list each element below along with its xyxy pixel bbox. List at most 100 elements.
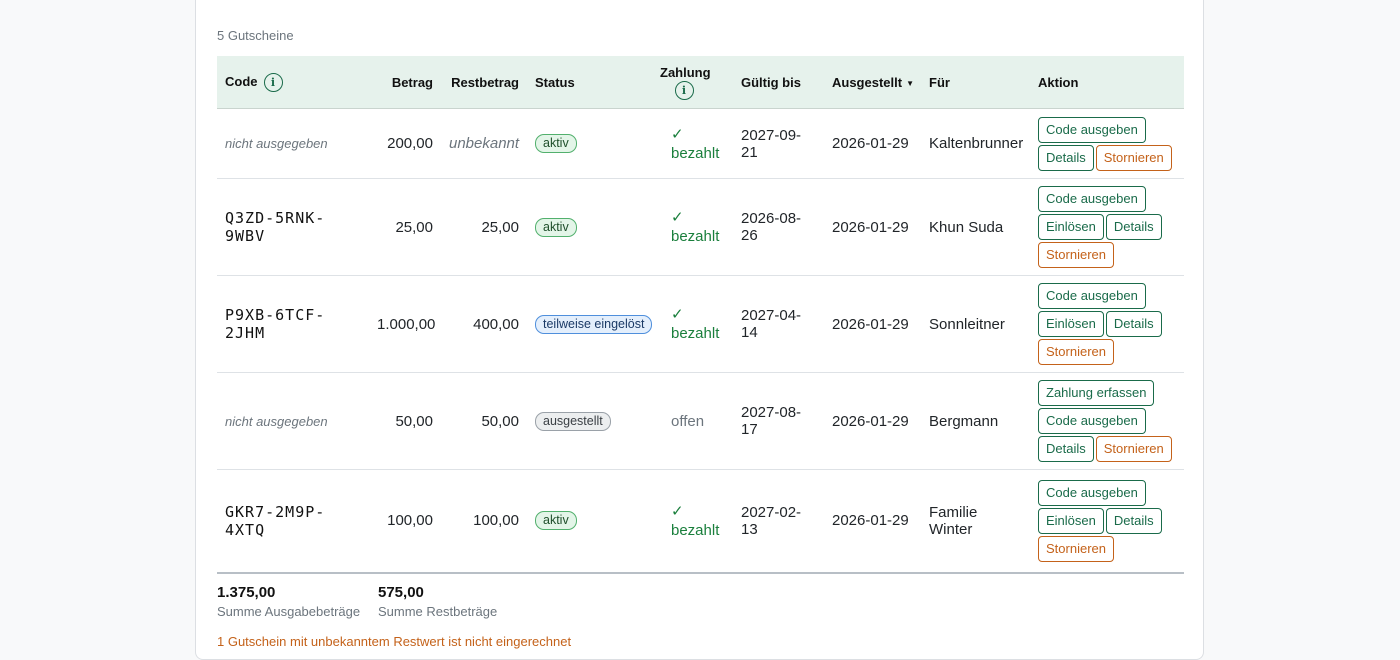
column-header-betrag[interactable]: Betrag xyxy=(369,56,441,109)
restbetrag-value: 25,00 xyxy=(481,218,519,236)
code-cell: nicht ausgegeben xyxy=(217,108,369,179)
status-badge: aktiv xyxy=(535,511,577,531)
recipient-cell: Sonnleitner xyxy=(921,275,1030,373)
details-button[interactable]: Details xyxy=(1105,311,1162,337)
zahlung-cell: ✓ bezahlt xyxy=(663,178,733,276)
table-row: GKR7-2M9P-4XTQ 100,00 100,00 aktiv ✓ bezahlt 2… xyxy=(217,469,1184,574)
voucher-count: 5 Gutscheine xyxy=(217,28,294,43)
actions-cell: Code ausgebenDetails Stornieren xyxy=(1030,108,1184,179)
check-icon: ✓ xyxy=(671,209,684,226)
total-rest-label: Summe Restbeträge xyxy=(378,604,498,619)
restbetrag-cell: 400,00 xyxy=(441,275,527,373)
voucher-code: GKR7-2M9P-4XTQ xyxy=(225,502,326,539)
recipient-cell: Kaltenbrunner xyxy=(921,108,1030,179)
actions-cell: Code ausgebenEinlösen DetailsStornieren xyxy=(1030,469,1184,574)
column-header-zahlung-label: Zahlung xyxy=(660,64,711,80)
table-row: P9XB-6TCF-2JHM 1.000,00 400,00 teilweise ei… xyxy=(217,275,1184,373)
code-cell: Q3ZD-5RNK-9WBV xyxy=(217,178,369,276)
details-button[interactable]: Details xyxy=(1105,507,1162,534)
info-icon[interactable]: i xyxy=(674,80,694,100)
stornieren-button[interactable]: Stornieren xyxy=(1095,436,1172,462)
column-header-ausgestellt[interactable]: Ausgestellt ▼ xyxy=(824,56,921,109)
actions-cell: Zahlung erfassenCode ausgebenDetails Stor… xyxy=(1030,372,1184,470)
check-icon: ✓ xyxy=(671,502,684,520)
code-ausgeben-button[interactable]: Code ausgeben xyxy=(1038,186,1146,212)
actions-cell: Code ausgebenEinlösen DetailsStornieren xyxy=(1030,178,1184,276)
table-row: nicht ausgegeben 50,00 50,00 ausgestellt off… xyxy=(217,372,1184,470)
payment-label: offen xyxy=(671,412,705,430)
betrag-cell: 200,00 xyxy=(369,108,441,179)
column-header-status[interactable]: Status xyxy=(527,56,663,109)
restbetrag-cell: 100,00 xyxy=(441,469,527,574)
restbetrag-cell: 50,00 xyxy=(441,372,527,470)
voucher-code: Q3ZD-5RNK-9WBV xyxy=(225,209,326,245)
payment-label: bezahlt xyxy=(671,325,720,342)
ausgestellt-cell: 2026-01-29 xyxy=(824,275,921,373)
stornieren-button[interactable]: Stornieren xyxy=(1038,339,1114,365)
column-header-fuer[interactable]: Für xyxy=(921,56,1030,109)
ausgestellt-cell: 2026-01-29 xyxy=(824,372,921,470)
status-cell: aktiv xyxy=(527,108,663,179)
payment-label: bezahlt xyxy=(671,228,720,245)
payment-status: ✓ bezahlt xyxy=(671,502,725,540)
total-ausgabe-value: 1.375,00 xyxy=(217,584,276,601)
status-badge: ausgestellt xyxy=(535,411,611,431)
zahlung-cell: offen xyxy=(663,372,733,470)
code-cell: GKR7-2M9P-4XTQ xyxy=(217,469,369,574)
table-body: nicht ausgegeben 200,00 unbekannt aktiv ✓ bez… xyxy=(217,108,1184,574)
ausgestellt-cell: 2026-01-29 xyxy=(824,108,921,179)
status-cell: aktiv xyxy=(527,178,663,276)
details-button[interactable]: Details xyxy=(1038,144,1094,171)
status-cell: ausgestellt xyxy=(527,372,663,470)
payment-status: ✓ bezahlt xyxy=(671,125,725,163)
payment-status: ✓ bezahlt xyxy=(671,208,725,246)
recipient-cell: Bergmann xyxy=(921,372,1030,470)
column-header-code-label: Code xyxy=(225,73,258,89)
stornieren-button[interactable]: Stornieren xyxy=(1038,242,1114,268)
column-header-restbetrag[interactable]: Restbetrag xyxy=(441,56,527,109)
code-ausgeben-button[interactable]: Code ausgeben xyxy=(1038,408,1146,434)
status-cell: teilweise eingelöst xyxy=(527,275,663,373)
actions-cell: Code ausgebenEinlösen DetailsStornieren xyxy=(1030,275,1184,373)
einloesen-button[interactable]: Einlösen xyxy=(1038,214,1104,240)
info-icon[interactable]: i xyxy=(263,72,283,92)
betrag-cell: 25,00 xyxy=(369,178,441,276)
sort-desc-icon: ▼ xyxy=(906,78,914,88)
status-badge: aktiv xyxy=(535,217,577,237)
restbetrag-value: 100,00 xyxy=(473,512,519,530)
status-badge: teilweise eingelöst xyxy=(535,314,653,334)
gueltig-cell: 2027-09-21 xyxy=(733,108,824,179)
zahlung-cell: ✓ bezahlt xyxy=(663,108,733,179)
einloesen-button[interactable]: Einlösen xyxy=(1038,507,1104,534)
code-ausgeben-button[interactable]: Code ausgeben xyxy=(1038,116,1146,143)
einloesen-button[interactable]: Einlösen xyxy=(1038,311,1104,337)
code-ausgeben-button[interactable]: Code ausgeben xyxy=(1038,283,1146,309)
status-badge: aktiv xyxy=(535,134,577,153)
zahlung-cell: ✓ bezahlt xyxy=(663,469,733,574)
total-rest: 575,00 Summe Restbeträge xyxy=(378,584,497,619)
betrag-cell: 100,00 xyxy=(369,469,441,574)
check-icon: ✓ xyxy=(671,306,684,323)
zahlung-erfassen-button[interactable]: Zahlung erfassen xyxy=(1038,380,1155,406)
vouchers-table: Code i Betrag Restbetrag Status Zahlung i… xyxy=(217,56,1184,574)
table-row: Q3ZD-5RNK-9WBV 25,00 25,00 aktiv ✓ bezahlt 202… xyxy=(217,178,1184,276)
code-ausgeben-button[interactable]: Code ausgeben xyxy=(1038,479,1146,506)
restbetrag-value: 400,00 xyxy=(473,315,519,333)
details-button[interactable]: Details xyxy=(1038,436,1094,462)
payment-label: bezahlt xyxy=(671,144,720,162)
payment-status: ✓ bezahlt xyxy=(671,305,725,343)
vouchers-card: 5 Gutscheine Code i Betrag Restbetrag Sta… xyxy=(195,0,1204,660)
stornieren-button[interactable]: Stornieren xyxy=(1095,144,1172,171)
status-cell: aktiv xyxy=(527,469,663,574)
voucher-code: P9XB-6TCF-2JHM xyxy=(225,306,326,342)
gueltig-cell: 2027-02-13 xyxy=(733,469,824,574)
code-cell: P9XB-6TCF-2JHM xyxy=(217,275,369,373)
stornieren-button[interactable]: Stornieren xyxy=(1038,535,1114,562)
restbetrag-cell: unbekannt xyxy=(441,108,527,179)
restbetrag-value: 50,00 xyxy=(481,412,519,430)
column-header-gueltig[interactable]: Gültig bis xyxy=(733,56,824,109)
column-header-zahlung[interactable]: Zahlung i xyxy=(660,56,733,109)
details-button[interactable]: Details xyxy=(1105,214,1162,240)
column-header-code[interactable]: Code i xyxy=(217,56,369,109)
restbetrag-value: unbekannt xyxy=(449,135,520,152)
